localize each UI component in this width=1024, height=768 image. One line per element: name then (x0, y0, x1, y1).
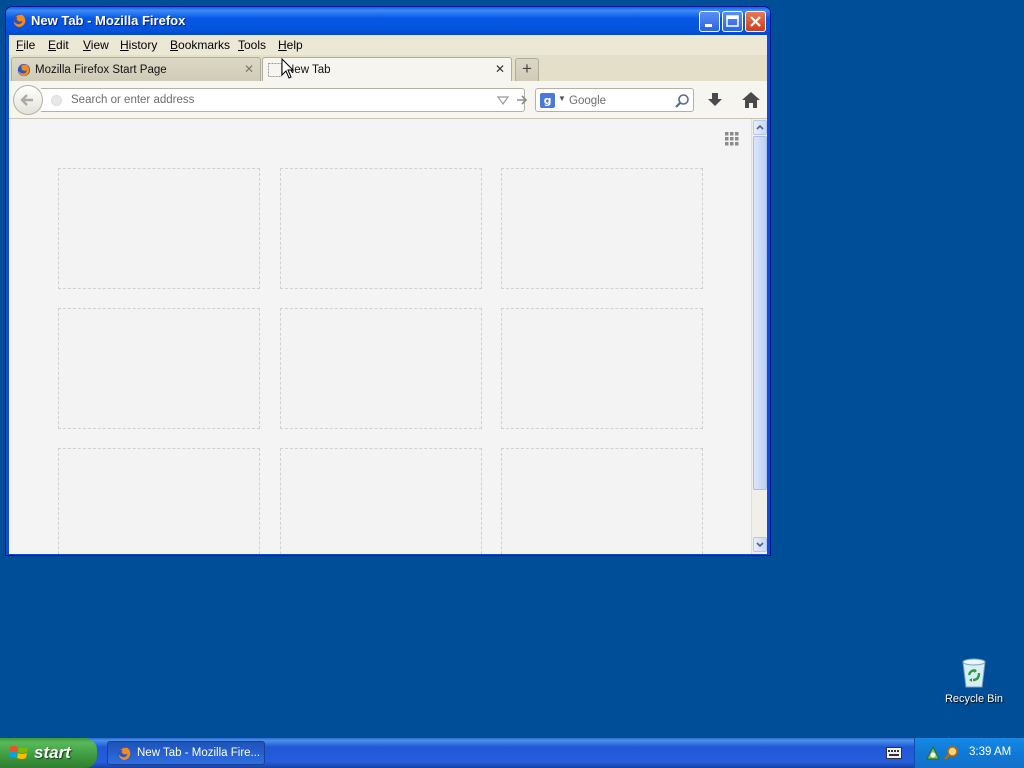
keyboard-icon[interactable] (886, 747, 902, 759)
google-icon[interactable]: g (540, 93, 555, 108)
url-input[interactable] (71, 92, 471, 108)
site-tile-empty[interactable] (58, 448, 260, 554)
start-button[interactable]: start (0, 738, 97, 768)
site-tile-empty[interactable] (58, 308, 260, 429)
system-tray: 3:39 AM (914, 738, 1024, 768)
site-tile-empty[interactable] (58, 168, 260, 289)
browser-client-area: File Edit View History Bookmarks Tools H… (9, 35, 767, 554)
back-button[interactable] (13, 85, 43, 115)
network-icon[interactable] (925, 745, 941, 761)
chevron-down-icon (756, 542, 764, 548)
tab-new-tab[interactable]: New Tab ✕ (262, 57, 512, 82)
menu-view[interactable]: View (83, 38, 109, 52)
firefox-icon (12, 13, 27, 28)
search-icon[interactable] (674, 93, 690, 109)
title-bar[interactable]: New Tab - Mozilla Firefox (6, 7, 770, 35)
close-tab-icon[interactable]: ✕ (242, 62, 256, 76)
chevron-down-icon[interactable]: ▼ (558, 94, 566, 103)
tab-label: Mozilla Firefox Start Page (35, 64, 167, 76)
taskbar: start New Tab - Mozilla Fire... 3:39 AM (0, 738, 1024, 768)
chevron-up-icon (756, 124, 764, 130)
vertical-scrollbar[interactable] (751, 119, 767, 554)
minimize-button[interactable] (699, 11, 720, 32)
clock: 3:39 AM (969, 746, 1012, 758)
firefox-icon (117, 746, 132, 761)
firefox-window: New Tab - Mozilla Firefox File Edit View… (5, 6, 771, 556)
menu-help[interactable]: Help (278, 38, 303, 52)
taskbar-item-firefox[interactable]: New Tab - Mozilla Fire... (107, 741, 265, 765)
minimize-icon (705, 24, 712, 27)
menu-edit[interactable]: Edit (48, 38, 69, 52)
blank-page-icon (268, 63, 282, 77)
window-title: New Tab - Mozilla Firefox (31, 13, 186, 28)
menu-tools[interactable]: Tools (238, 38, 266, 52)
menu-bookmarks[interactable]: Bookmarks (170, 38, 230, 52)
navigation-toolbar: g ▼ (9, 81, 767, 119)
search-icon[interactable] (943, 745, 959, 761)
recycle-bin-icon (962, 658, 986, 688)
search-bar[interactable]: g ▼ (535, 88, 694, 112)
go-arrow-icon[interactable] (515, 93, 529, 107)
plus-icon: + (522, 59, 532, 78)
menu-history[interactable]: History (120, 38, 157, 52)
url-bar[interactable] (41, 88, 528, 112)
taskbar-item-label: New Tab - Mozilla Fire... (137, 747, 261, 759)
site-tile-empty[interactable] (280, 448, 482, 554)
windows-logo-icon (9, 746, 28, 759)
site-tile-empty[interactable] (280, 168, 482, 289)
scroll-down-button[interactable] (753, 537, 767, 552)
close-icon (750, 16, 761, 27)
scroll-up-button[interactable] (753, 120, 767, 135)
search-input[interactable] (569, 93, 669, 109)
recycle-bin-label: Recycle Bin (944, 693, 1004, 705)
close-tab-icon[interactable]: ✕ (493, 62, 507, 76)
close-button[interactable] (745, 11, 766, 32)
maximize-button[interactable] (722, 11, 743, 32)
home-icon[interactable] (741, 90, 761, 110)
site-tile-empty[interactable] (501, 168, 703, 289)
maximize-icon (726, 15, 739, 27)
firefox-icon (17, 63, 31, 77)
dropdown-arrow-icon[interactable] (496, 93, 510, 107)
recycle-bin-desktop-icon[interactable]: Recycle Bin (942, 656, 1006, 705)
grid-icon[interactable] (725, 132, 739, 146)
site-identity-icon (51, 95, 62, 106)
tab-firefox-start-page[interactable]: Mozilla Firefox Start Page ✕ (11, 57, 261, 82)
download-icon[interactable] (706, 91, 724, 109)
tab-strip: Mozilla Firefox Start Page ✕ New Tab ✕ + (9, 55, 767, 82)
site-tile-empty[interactable] (501, 448, 703, 554)
site-tile-empty[interactable] (280, 308, 482, 429)
scrollbar-thumb[interactable] (753, 136, 767, 490)
start-label: start (34, 743, 71, 762)
new-tab-button[interactable]: + (515, 58, 539, 81)
back-arrow-icon (20, 94, 33, 106)
menu-bar: File Edit View History Bookmarks Tools H… (9, 35, 767, 55)
mouse-cursor-icon (281, 58, 295, 79)
new-tab-page (9, 119, 751, 554)
menu-file[interactable]: File (16, 38, 35, 52)
site-tile-empty[interactable] (501, 308, 703, 429)
